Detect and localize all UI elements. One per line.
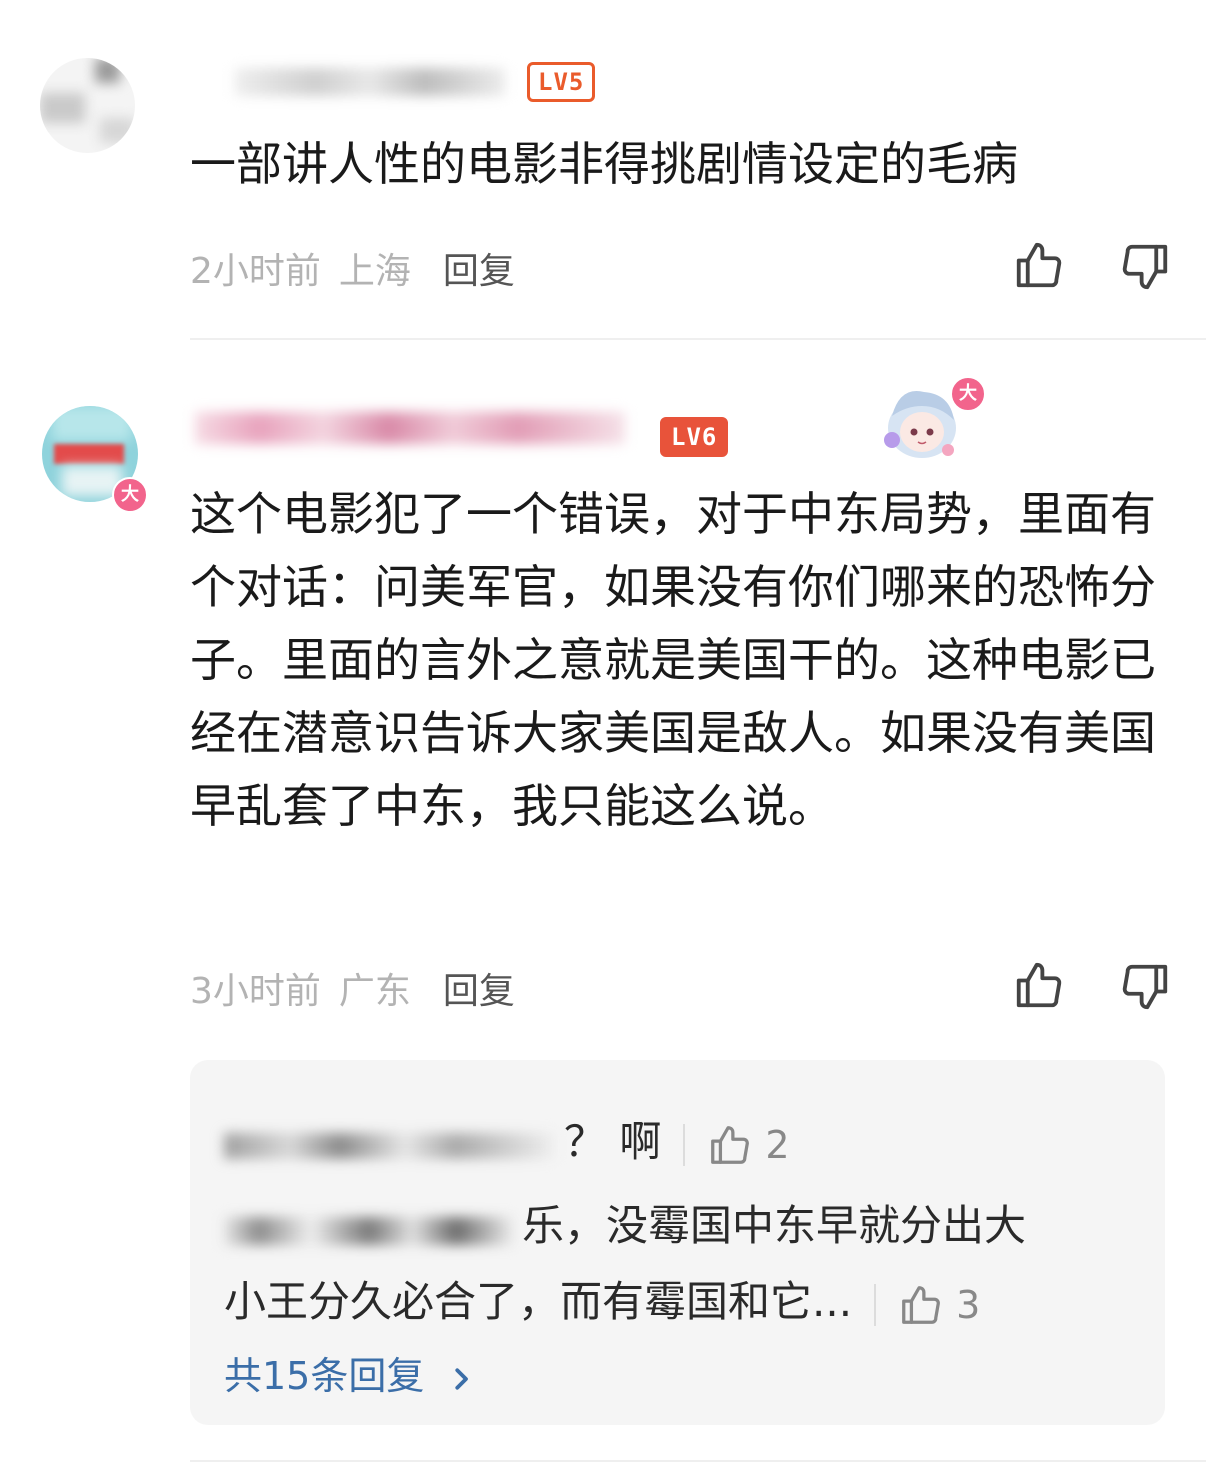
comment-location: 广东: [338, 971, 411, 1012]
reply-username-redacted: [224, 1125, 554, 1165]
avatar[interactable]: [40, 58, 135, 153]
chevron-right-icon: [455, 1367, 469, 1390]
replies-panel: ？ 啊 2 乐，没霉国中东早就分出大 小王分久必合了，而有霉国和它... 3 共…: [190, 1060, 1165, 1425]
reply-button[interactable]: 回复: [443, 971, 515, 1012]
reply-text: ？ 啊: [564, 1117, 662, 1166]
thumbs-down-icon[interactable]: [1118, 960, 1172, 1014]
reply-item[interactable]: ？ 啊 2: [224, 1108, 790, 1169]
reply-like[interactable]: 3: [898, 1282, 980, 1328]
thumbs-up-icon[interactable]: [1012, 238, 1066, 292]
comment-item: LV5 一部讲人性的电影非得挑剧情设定的毛病 2小时前 上海 回复: [0, 0, 1206, 340]
reply-item-continued[interactable]: 小王分久必合了，而有霉国和它... 3: [224, 1268, 980, 1329]
thumbs-down-icon[interactable]: [1118, 240, 1172, 294]
reply-username-redacted: [224, 1209, 514, 1249]
avatar-badge: 大: [112, 477, 148, 513]
reply-item[interactable]: 乐，没霉国中东早就分出大: [224, 1192, 1026, 1253]
anime-sticker-icon: 大: [880, 376, 986, 466]
level-badge: LV5: [527, 62, 596, 102]
thumbs-up-icon: [902, 1285, 940, 1324]
reply-button[interactable]: 回复: [443, 251, 515, 292]
view-all-replies-label: 共15条回复: [224, 1354, 425, 1398]
comment-text: 这个电影犯了一个错误，对于中东局势，里面有个对话：问美军官，如果没有你们哪来的恐…: [190, 487, 1156, 833]
sticker-badge: 大: [950, 376, 986, 412]
thumbs-up-icon: [711, 1125, 750, 1164]
username-redacted[interactable]: [235, 58, 505, 102]
comment-divider: [190, 1460, 1206, 1462]
thumbs-up-icon[interactable]: [1012, 958, 1066, 1012]
level-badge: LV6: [660, 417, 729, 457]
comment-location: 上海: [338, 251, 411, 292]
reply-like-count: 2: [765, 1122, 790, 1167]
comment-text: 一部讲人性的电影非得挑剧情设定的毛病: [190, 137, 1018, 191]
reply-text-line2: 小王分久必合了，而有霉国和它...: [224, 1277, 853, 1326]
divider: [874, 1283, 877, 1326]
view-all-replies-link[interactable]: 共15条回复: [224, 1345, 476, 1400]
comment-item: 大 LV6 大 这个电影犯了一个错误，对于中东局势，里面有个对话：问美军官，如果…: [0, 340, 1206, 1477]
comment-time: 2小时前: [190, 251, 321, 292]
reply-like[interactable]: 2: [707, 1122, 790, 1168]
reply-like-count: 3: [956, 1282, 981, 1327]
reply-text-line1: 乐，没霉国中东早就分出大: [522, 1201, 1027, 1250]
comment-time: 3小时前: [190, 971, 321, 1012]
comment-meta: 3小时前 广东 回复: [190, 962, 533, 1014]
username-redacted[interactable]: [195, 404, 625, 448]
comment-meta: 2小时前 上海 回复: [190, 242, 533, 294]
divider: [683, 1123, 686, 1166]
